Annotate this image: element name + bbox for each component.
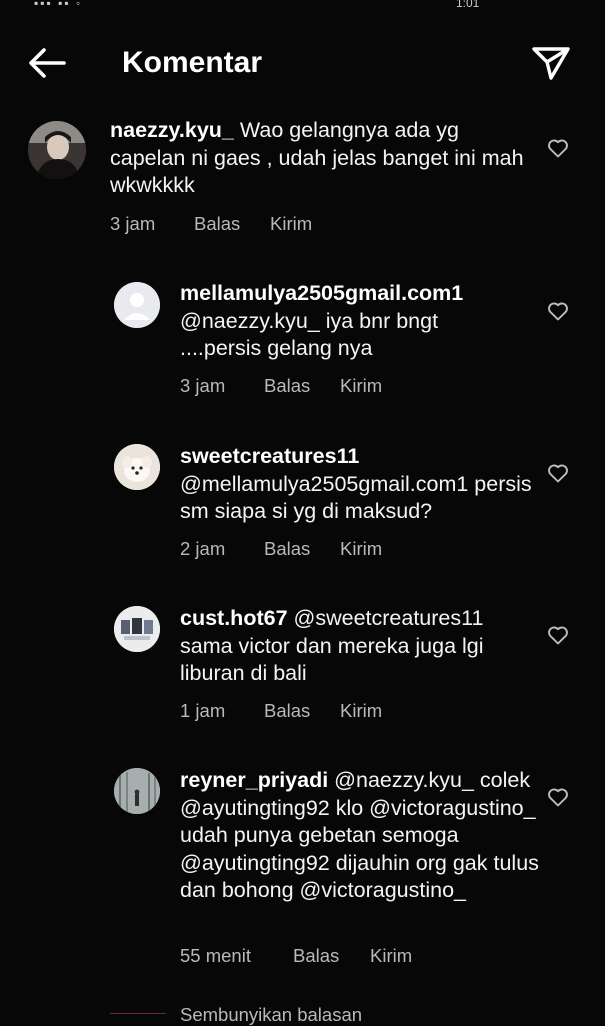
heart-icon[interactable] [546, 136, 570, 160]
comment-username[interactable]: cust.hot67 [180, 606, 288, 630]
header: Komentar [0, 30, 605, 94]
heart-icon[interactable] [546, 299, 570, 323]
reply-comment: reyner_priyadi @naezzy.kyu_ colek @ayuti… [0, 765, 605, 975]
status-bar: ▪▪▪ ▪▪ ◦ 1:01 [0, 0, 605, 10]
comment-time: 2 jam [180, 538, 226, 559]
paper-plane-icon [532, 47, 570, 80]
comment-username[interactable]: mellamulya2505gmail.com1 [180, 280, 480, 308]
comment-time: 3 jam [180, 375, 226, 396]
collage-avatar[interactable] [114, 606, 160, 652]
comment-username[interactable]: sweetcreatures11 [180, 443, 560, 471]
reply-comment: sweetcreatures11 @mellamulya2505gmail.co… [0, 441, 605, 571]
hide-replies-row: Sembunyikan balasan [110, 1004, 590, 1026]
heart-icon[interactable] [546, 461, 570, 485]
status-time: 1:01 [456, 0, 480, 10]
reply-button[interactable]: Balas [293, 945, 339, 967]
send-reply-button[interactable]: Kirim [270, 213, 312, 235]
comment-time: 3 jam [110, 213, 156, 234]
comment-time: 1 jam [180, 700, 226, 721]
white-dog-avatar[interactable] [114, 444, 160, 490]
send-reply-button[interactable]: Kirim [340, 375, 382, 397]
reply-button[interactable]: Balas [264, 538, 310, 560]
comment-text: @naezzy.kyu_ iya bnr bngt ....persis gel… [180, 308, 439, 361]
send-reply-button[interactable]: Kirim [370, 945, 412, 967]
heart-icon[interactable] [546, 785, 570, 809]
reply-comment: mellamulya2505gmail.com1 @naezzy.kyu_ iy… [0, 278, 605, 408]
comment-text: @mellamulya2505gmail.com1 persis sm siap… [180, 471, 532, 524]
heart-icon[interactable] [546, 623, 570, 647]
share-button[interactable] [528, 40, 574, 86]
arrow-left-icon [29, 48, 66, 78]
hide-replies-button[interactable]: Sembunyikan balasan [180, 1004, 362, 1026]
reply-button[interactable]: Balas [194, 213, 240, 235]
misty-forest-avatar[interactable] [114, 768, 160, 814]
reply-button[interactable]: Balas [264, 375, 310, 397]
status-icons: ▪▪▪ ▪▪ ◦ [34, 0, 83, 10]
comment-time: 55 menit [180, 945, 251, 966]
page-title: Komentar [122, 46, 263, 79]
reply-button[interactable]: Balas [264, 700, 310, 722]
comment-username[interactable]: reyner_priyadi [180, 768, 328, 792]
back-button[interactable] [24, 44, 72, 82]
person-photo-avatar[interactable] [28, 121, 86, 179]
send-reply-button[interactable]: Kirim [340, 700, 382, 722]
reply-comment: cust.hot67 @sweetcreatures11 sama victor… [0, 603, 605, 733]
default-user-avatar[interactable] [114, 282, 160, 328]
comment: naezzy.kyu_ Wao gelangnya ada yg capelan… [0, 115, 605, 245]
comment-username[interactable]: naezzy.kyu_ [110, 118, 234, 142]
send-reply-button[interactable]: Kirim [340, 538, 382, 560]
divider-line [110, 1013, 166, 1014]
